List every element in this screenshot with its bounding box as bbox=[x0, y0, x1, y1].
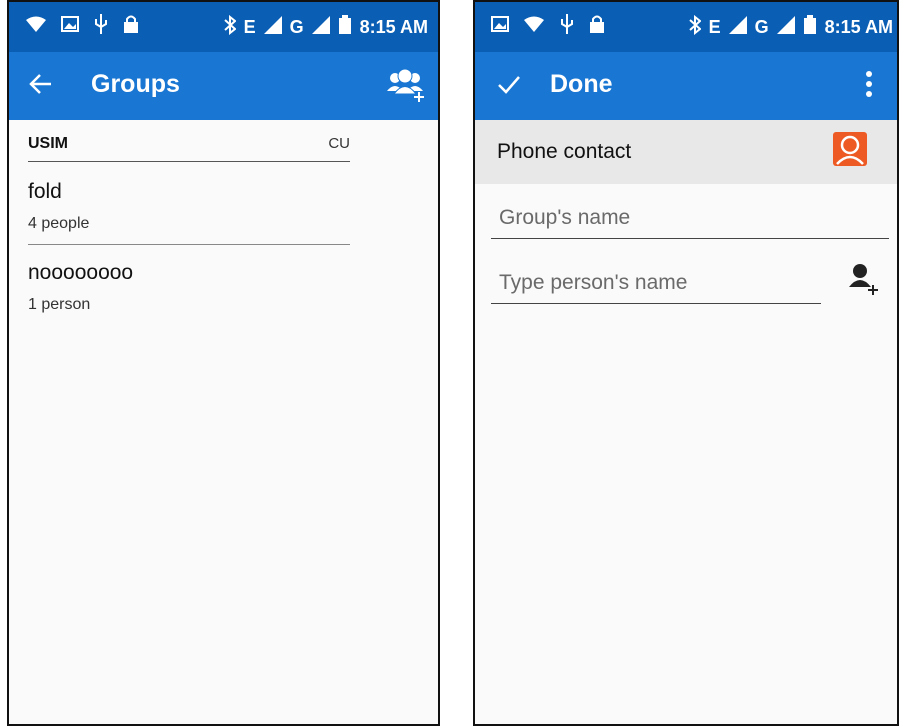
page-title: Groups bbox=[91, 70, 180, 98]
gallery-icon bbox=[491, 16, 509, 37]
signal-icon bbox=[728, 16, 747, 39]
overflow-menu-button[interactable] bbox=[849, 66, 889, 106]
back-arrow-icon bbox=[29, 73, 53, 100]
back-button[interactable] bbox=[21, 66, 61, 106]
contact-avatar-icon bbox=[833, 132, 867, 166]
network-type-e: E bbox=[708, 17, 721, 37]
bluetooth-icon bbox=[688, 14, 702, 40]
add-group-icon bbox=[386, 66, 426, 107]
edit-group-screen: E G 8:15 AM Done Phone contact Group's n… bbox=[473, 0, 899, 726]
add-person-icon bbox=[847, 261, 879, 300]
group-name: noooooooo bbox=[28, 261, 134, 284]
person-name-placeholder: Type person's name bbox=[499, 271, 688, 294]
signal-icon bbox=[311, 16, 330, 39]
battery-icon bbox=[803, 15, 817, 40]
network-type-e: E bbox=[243, 17, 256, 37]
groups-list: USIM CU fold 4 people noooooooo 1 person bbox=[9, 120, 438, 724]
usb-icon bbox=[93, 14, 109, 39]
group-name-field[interactable]: Group's name bbox=[491, 196, 889, 239]
more-vert-icon bbox=[865, 70, 873, 103]
app-bar: Done bbox=[475, 52, 897, 120]
signal-icon bbox=[263, 16, 282, 39]
group-name: fold bbox=[28, 180, 62, 203]
network-type-g: G bbox=[754, 17, 769, 37]
group-item[interactable]: fold 4 people bbox=[28, 164, 350, 245]
status-bar: E G 8:15 AM bbox=[9, 2, 438, 52]
account-label: USIM bbox=[28, 135, 68, 152]
battery-icon bbox=[338, 15, 352, 40]
group-name-placeholder: Group's name bbox=[499, 206, 631, 229]
add-person-button[interactable] bbox=[843, 260, 883, 300]
group-count: 1 person bbox=[28, 296, 91, 313]
lock-icon bbox=[123, 14, 139, 39]
usb-icon bbox=[559, 14, 575, 39]
wifi-icon bbox=[25, 15, 47, 38]
clock: 8:15 AM bbox=[359, 17, 428, 37]
add-group-button[interactable] bbox=[386, 66, 426, 106]
gallery-icon bbox=[61, 16, 79, 37]
wifi-icon bbox=[523, 15, 545, 38]
status-bar: E G 8:15 AM bbox=[475, 2, 897, 52]
account-label: Phone contact bbox=[497, 140, 632, 163]
person-name-field[interactable]: Type person's name bbox=[491, 261, 821, 304]
done-button[interactable] bbox=[489, 66, 529, 106]
group-count: 4 people bbox=[28, 215, 90, 232]
group-item[interactable]: noooooooo 1 person bbox=[28, 245, 350, 325]
bluetooth-icon bbox=[223, 14, 237, 40]
account-header: USIM CU bbox=[28, 130, 350, 162]
clock: 8:15 AM bbox=[824, 17, 893, 37]
edit-group-form: Phone contact Group's name Type person's… bbox=[475, 120, 897, 724]
lock-icon bbox=[589, 14, 605, 39]
network-type-g: G bbox=[289, 17, 304, 37]
page-title: Done bbox=[550, 70, 613, 98]
app-bar: Groups bbox=[9, 52, 438, 120]
groups-screen: E G 8:15 AM Groups USIM CU fold 4 people… bbox=[7, 0, 440, 726]
checkmark-icon bbox=[497, 74, 521, 99]
account-short: CU bbox=[328, 135, 350, 152]
account-selector[interactable]: Phone contact bbox=[475, 120, 897, 184]
signal-icon bbox=[776, 16, 795, 39]
